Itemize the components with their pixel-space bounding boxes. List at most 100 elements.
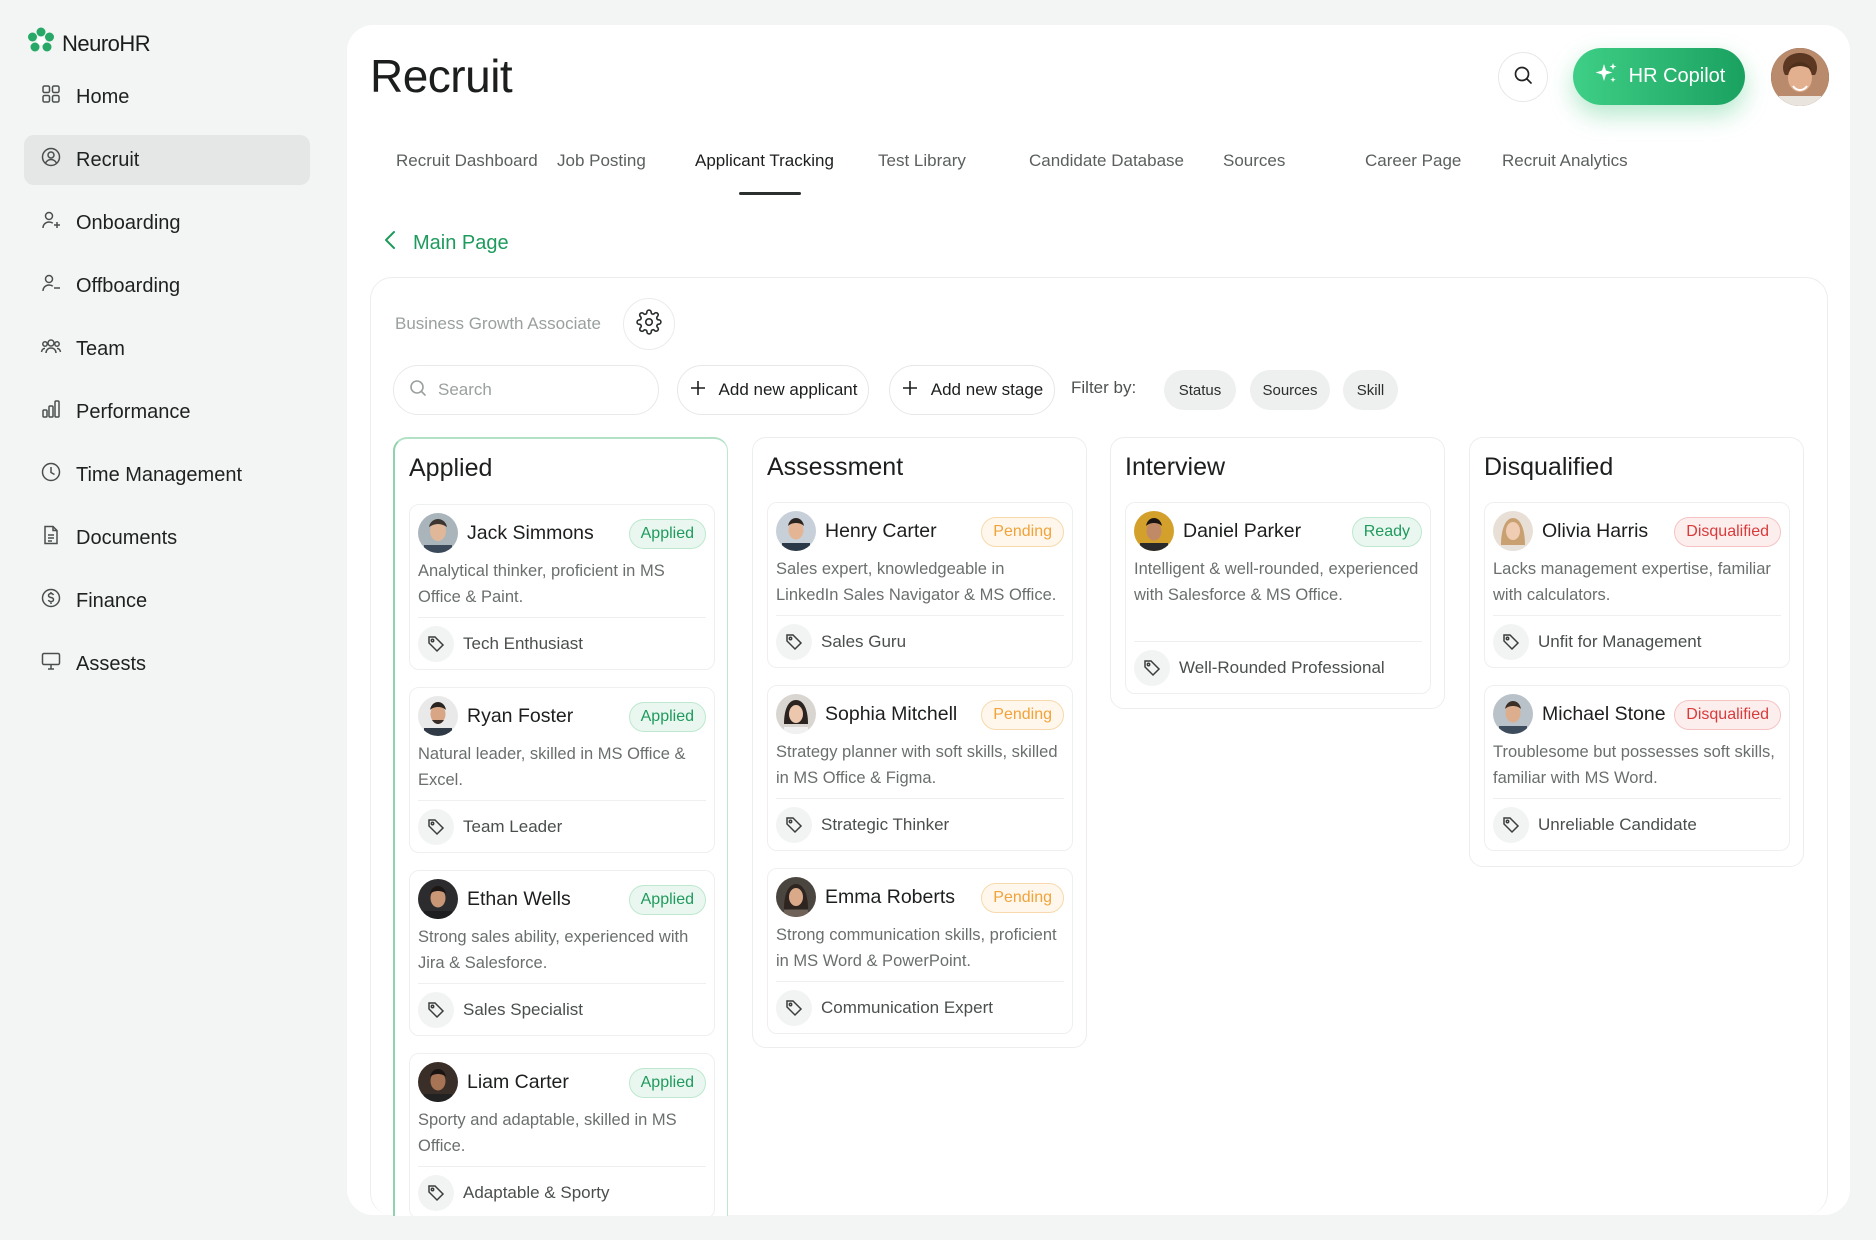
- app-name: NeuroHR: [62, 30, 151, 56]
- applicant-tag: Adaptable & Sporty: [418, 1175, 609, 1211]
- status-badge: Pending: [981, 517, 1064, 547]
- status-badge: Pending: [981, 700, 1064, 730]
- card-divider: [418, 983, 706, 984]
- applicant-name: Ryan Foster: [467, 704, 574, 727]
- sidebar-item-documents[interactable]: Documents: [24, 513, 310, 563]
- gear-icon: [636, 308, 662, 340]
- tag-label: Tech Enthusiast: [463, 634, 584, 653]
- hr-copilot-button[interactable]: HR Copilot: [1573, 48, 1745, 105]
- applicant-name: Emma Roberts: [825, 885, 956, 908]
- sidebar-item-home[interactable]: Home: [24, 72, 310, 122]
- avatar: [776, 877, 816, 917]
- back-to-main-page[interactable]: Main Page: [383, 229, 509, 257]
- tag-label: Team Leader: [463, 817, 563, 836]
- applicant-tag: Unfit for Management: [1493, 624, 1701, 660]
- applicant-description: Sporty and adaptable, skilled in MS Offi…: [418, 1111, 677, 1155]
- tag-label: Adaptable & Sporty: [463, 1183, 610, 1202]
- applicant-description: Natural leader, skilled in MS Office & E…: [418, 745, 686, 789]
- sidebar-item-time-management[interactable]: Time Management: [24, 450, 310, 500]
- sidebar-item-team[interactable]: Team: [24, 324, 310, 374]
- tag-label: Sales Specialist: [463, 1000, 584, 1019]
- sidebar-item-onboarding[interactable]: Onboarding: [24, 198, 310, 248]
- sidebar-item-label: Onboarding: [76, 211, 181, 234]
- stage-title: Assessment: [767, 453, 904, 481]
- tab-sources[interactable]: Sources: [1223, 151, 1285, 171]
- tab-candidate-database[interactable]: Candidate Database: [1029, 151, 1184, 171]
- plus-icon: [689, 379, 707, 402]
- avatar: [776, 511, 816, 551]
- card-divider: [418, 1166, 706, 1167]
- active-tab-indicator: [739, 192, 801, 195]
- add-new-stage-button[interactable]: Add new stage: [889, 365, 1055, 415]
- applicant-search[interactable]: [393, 365, 659, 415]
- applicant-card[interactable]: Olivia Harris Disqualified Lacks managem…: [1484, 502, 1790, 668]
- applicant-card[interactable]: Sophia Mitchell Pending Strategy planner…: [767, 685, 1073, 851]
- applicant-card[interactable]: Liam Carter Applied Sporty and adaptable…: [409, 1053, 715, 1216]
- tab-test-library[interactable]: Test Library: [878, 151, 966, 171]
- user-plus-icon: [40, 209, 62, 237]
- filter-chip-skill[interactable]: Skill: [1343, 370, 1398, 410]
- sidebar-item-finance[interactable]: Finance: [24, 576, 310, 626]
- tab-recruit-analytics[interactable]: Recruit Analytics: [1502, 151, 1628, 171]
- tag-label: Unfit for Management: [1538, 632, 1702, 651]
- applicant-card[interactable]: Daniel Parker Ready Intelligent & well-r…: [1125, 502, 1431, 694]
- sidebar-item-assets[interactable]: Assests: [24, 639, 310, 689]
- applicant-card[interactable]: Emma Roberts Pending Strong communicatio…: [767, 868, 1073, 1034]
- sidebar-item-performance[interactable]: Performance: [24, 387, 310, 437]
- applicant-tag: Strategic Thinker: [776, 807, 949, 843]
- clock-icon: [40, 461, 62, 489]
- hr-copilot-label: HR Copilot: [1628, 65, 1726, 87]
- search-icon: [1512, 64, 1534, 91]
- tag-icon: [418, 1175, 454, 1211]
- status-badge: Disqualified: [1674, 517, 1781, 547]
- tag-label: Sales Guru: [821, 632, 907, 651]
- tag-icon: [1134, 650, 1170, 686]
- applicant-description: Intelligent & well-rounded, experienced …: [1134, 560, 1419, 604]
- tab-applicant-tracking[interactable]: Applicant Tracking: [695, 151, 834, 171]
- applicant-card[interactable]: Ethan Wells Applied Strong sales ability…: [409, 870, 715, 1036]
- tag-label: Well-Rounded Professional: [1179, 658, 1385, 677]
- applicant-card[interactable]: Ryan Foster Applied Natural leader, skil…: [409, 687, 715, 853]
- sidebar-item-offboarding[interactable]: Offboarding: [24, 261, 310, 311]
- avatar: [418, 696, 458, 736]
- tag-label: Unreliable Candidate: [1538, 815, 1697, 834]
- applicant-name: Olivia Harris: [1542, 519, 1649, 542]
- applicant-name: Ethan Wells: [467, 887, 571, 910]
- applicant-card[interactable]: Michael Stone Disqualified Troublesome b…: [1484, 685, 1790, 851]
- user-minus-icon: [40, 272, 62, 300]
- stage-title: Disqualified: [1484, 453, 1614, 481]
- applicant-card[interactable]: Jack Simmons Applied Analytical thinker,…: [409, 504, 715, 670]
- app-logo[interactable]: NeuroHR: [26, 26, 151, 61]
- global-search-button[interactable]: [1498, 52, 1548, 102]
- sidebar: NeuroHR Home Recruit Onboarding Offboard…: [0, 0, 340, 1240]
- card-divider: [418, 617, 706, 618]
- back-link-label: Main Page: [413, 231, 509, 254]
- applicant-name: Jack Simmons: [467, 521, 594, 544]
- status-badge: Ready: [1351, 517, 1422, 547]
- filter-chip-status[interactable]: Status: [1164, 370, 1236, 410]
- status-badge: Disqualified: [1674, 700, 1781, 730]
- tag-icon: [418, 626, 454, 662]
- tag-label: Communication Expert: [821, 998, 993, 1017]
- status-badge: Pending: [981, 883, 1064, 913]
- filter-chip-sources[interactable]: Sources: [1250, 370, 1330, 410]
- tag-icon: [1493, 807, 1529, 843]
- add-stage-label: Add new stage: [930, 380, 1044, 399]
- sidebar-item-recruit[interactable]: Recruit: [24, 135, 310, 185]
- sidebar-item-label: Home: [76, 85, 130, 108]
- users-icon: [40, 335, 62, 363]
- tab-job-posting[interactable]: Job Posting: [557, 151, 646, 171]
- applicant-tag: Unreliable Candidate: [1493, 807, 1697, 843]
- sidebar-item-label: Recruit: [76, 148, 140, 171]
- job-settings-button[interactable]: [623, 298, 675, 350]
- tab-recruit-dashboard[interactable]: Recruit Dashboard: [396, 151, 538, 171]
- applicant-card[interactable]: Henry Carter Pending Sales expert, knowl…: [767, 502, 1073, 668]
- sidebar-item-label: Documents: [76, 526, 178, 549]
- user-avatar[interactable]: [1771, 48, 1829, 106]
- applicant-description: Troublesome but possesses soft skills, f…: [1493, 743, 1775, 787]
- tag-icon: [776, 807, 812, 843]
- tab-career-page[interactable]: Career Page: [1365, 151, 1461, 171]
- add-new-applicant-button[interactable]: Add new applicant: [677, 365, 869, 415]
- applicant-name: Sophia Mitchell: [825, 702, 958, 725]
- search-input[interactable]: [438, 380, 638, 400]
